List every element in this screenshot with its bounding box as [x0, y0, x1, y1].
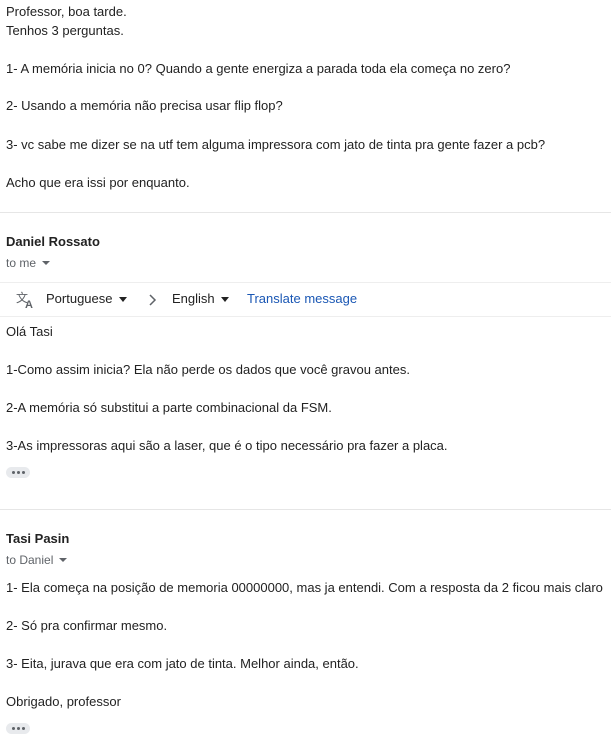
message-2-line-4: 3-As impressoras aqui são a laser, que é…: [6, 438, 448, 453]
message-1-line-2: Tenhos 3 perguntas.: [6, 23, 124, 38]
message-3-line-3: 3- Eita, jurava que era com jato de tint…: [6, 656, 359, 671]
message-1-line-5: 3- vc sabe me dizer se na utf tem alguma…: [6, 137, 546, 152]
message-1-line-3: 1- A memória inicia no 0? Quando a gente…: [6, 61, 511, 76]
target-language-label: English: [172, 291, 215, 306]
message-2-line-1: Olá Tasi: [6, 324, 53, 339]
target-language-select[interactable]: English: [172, 291, 229, 307]
more-horiz-icon-dot: [16, 727, 20, 730]
recipient-details-toggle[interactable]: to me: [6, 255, 51, 271]
translate-icon: 文 A: [16, 291, 33, 309]
message-3-line-4: Obrigado, professor: [6, 694, 121, 709]
translate-bar: 文 A Portuguese English Translate message: [0, 282, 611, 317]
more-horiz-icon-dot: [16, 471, 20, 474]
message-1-line-4: 2- Usando a memória não precisa usar fli…: [6, 98, 283, 113]
more-horiz-icon-dot: [21, 727, 25, 730]
chevron-right-icon: [149, 294, 157, 306]
source-language-label: Portuguese: [46, 291, 113, 306]
source-language-select[interactable]: Portuguese: [46, 291, 127, 307]
more-horiz-icon-dot: [21, 471, 25, 474]
sender-name[interactable]: Daniel Rossato: [6, 233, 100, 251]
message-divider: [0, 509, 611, 510]
translate-message-link[interactable]: Translate message: [247, 291, 357, 307]
message-2-line-3: 2-A memória só substitui a parte combina…: [6, 400, 332, 415]
message-1-line-6: Acho que era issi por enquanto.: [6, 175, 190, 190]
message-1-line-1: Professor, boa tarde.: [6, 4, 127, 19]
show-trimmed-content-button[interactable]: [6, 723, 30, 734]
show-trimmed-content-button[interactable]: [6, 467, 30, 478]
more-horiz-icon: [11, 727, 15, 730]
more-horiz-icon: [11, 471, 15, 474]
recipient-label: to me: [6, 256, 37, 270]
message-3-line-1: 1- Ela começa na posição de memoria 0000…: [6, 580, 603, 595]
caret-down-icon: [220, 296, 229, 302]
svg-text:A: A: [25, 299, 33, 309]
caret-down-icon: [118, 296, 127, 302]
message-2-line-2: 1-Como assim inicia? Ela não perde os da…: [6, 362, 410, 377]
message-divider: [0, 212, 611, 213]
caret-down-icon: [42, 261, 51, 265]
recipient-label: to Daniel: [6, 553, 54, 567]
sender-name[interactable]: Tasi Pasin: [6, 530, 69, 548]
recipient-details-toggle[interactable]: to Daniel: [6, 552, 68, 568]
message-3-line-2: 2- Só pra confirmar mesmo.: [6, 618, 168, 633]
caret-down-icon: [59, 558, 68, 562]
